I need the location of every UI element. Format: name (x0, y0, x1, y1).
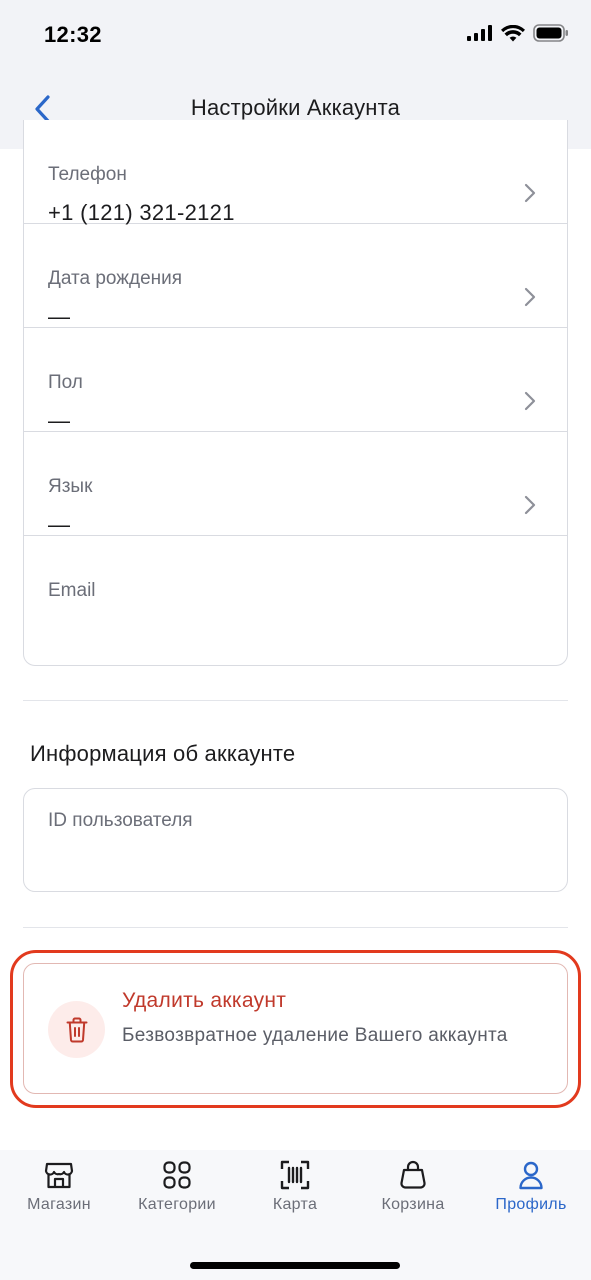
wifi-icon (501, 24, 525, 41)
field-row-phone[interactable]: Телефон +1 (121) 321-2121 (24, 120, 567, 225)
field-value: +1 (121) 321-2121 (48, 200, 235, 225)
field-label: Телефон (48, 164, 127, 185)
section-title-account-info: Информация об аккаунте (30, 741, 296, 766)
field-label: Пол (48, 372, 83, 393)
delete-account-title: Удалить аккаунт (122, 989, 287, 1012)
cellular-signal-icon (467, 25, 492, 41)
tab-store[interactable]: Магазин (0, 1160, 118, 1224)
tab-categories[interactable]: Категории (118, 1160, 236, 1224)
account-fields-card: Телефон +1 (121) 321-2121 Дата рождения … (23, 120, 568, 666)
home-indicator (190, 1262, 400, 1269)
tab-label: Магазин (27, 1196, 91, 1213)
divider (23, 927, 568, 928)
delete-account-subtitle: Безвозвратное удаление Вашего аккаунта (122, 1025, 508, 1046)
tab-cart[interactable]: Корзина (354, 1160, 472, 1224)
user-id-label: ID пользователя (48, 810, 193, 831)
chevron-right-icon (524, 391, 536, 411)
person-icon (519, 1161, 543, 1190)
status-icons (467, 24, 569, 42)
field-value: — (48, 512, 71, 537)
tab-label: Категории (138, 1196, 216, 1213)
field-value: — (48, 304, 71, 329)
field-value: — (48, 408, 71, 433)
tab-bar: Магазин Категории Карта Корзина Профиль (0, 1150, 591, 1280)
tab-profile[interactable]: Профиль (472, 1160, 590, 1224)
battery-icon (533, 24, 568, 42)
field-label: Дата рождения (48, 268, 183, 289)
store-icon (44, 1162, 74, 1189)
field-label: Email (48, 580, 96, 601)
field-row-email: Email (24, 536, 567, 640)
tab-label: Карта (272, 1196, 318, 1213)
field-row-gender[interactable]: Пол — (24, 328, 567, 433)
trash-icon (66, 1017, 87, 1042)
chevron-right-icon (524, 287, 536, 307)
delete-icon-badge (48, 1001, 105, 1058)
bag-icon (400, 1160, 426, 1189)
chevron-right-icon (524, 495, 536, 515)
tab-label: Корзина (381, 1196, 445, 1213)
page-title: Настройки Аккаунта (190, 95, 401, 120)
field-row-language[interactable]: Язык — (24, 432, 567, 537)
chevron-right-icon (524, 183, 536, 203)
grid-icon (163, 1161, 191, 1189)
divider (23, 700, 568, 701)
status-time: 12:32 (44, 22, 102, 47)
user-id-card: ID пользователя (23, 788, 568, 892)
tab-map[interactable]: Карта (236, 1160, 354, 1224)
delete-account-button[interactable]: Удалить аккаунт Безвозвратное удаление В… (23, 963, 568, 1094)
tab-label: Профиль (495, 1196, 567, 1213)
field-label: Язык (48, 476, 93, 497)
barcode-scan-icon (280, 1160, 310, 1190)
field-row-birthdate[interactable]: Дата рождения — (24, 224, 567, 329)
